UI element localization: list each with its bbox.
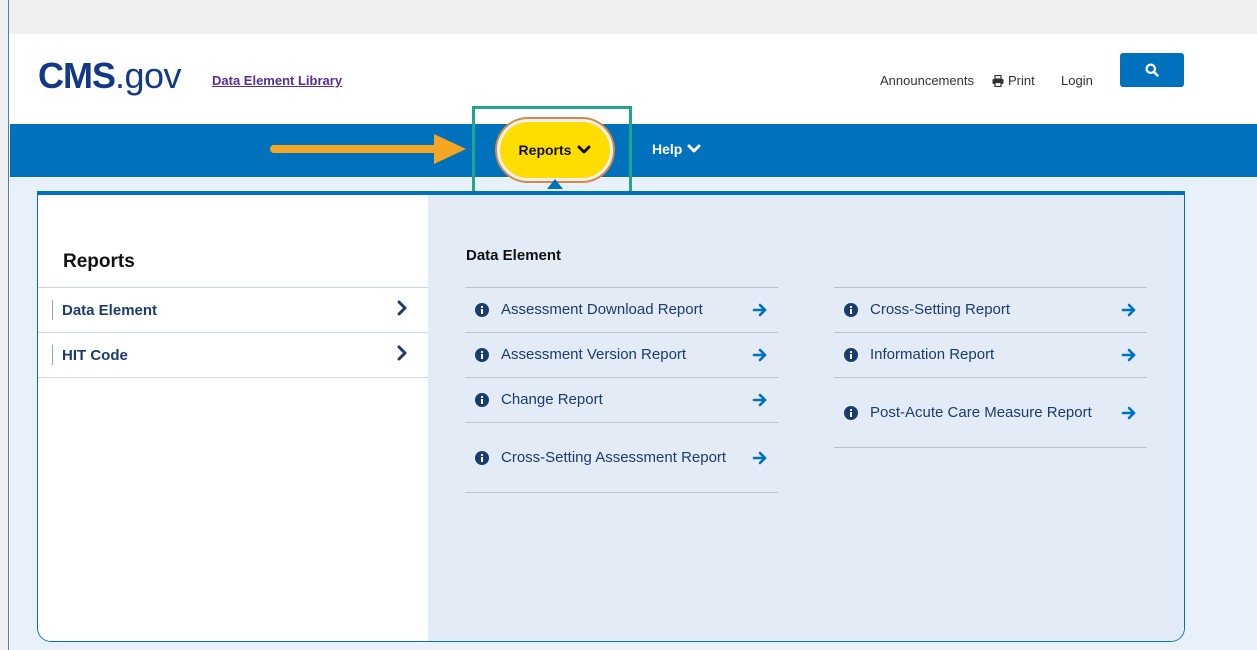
nav-help-button[interactable]: Help [652,141,701,157]
report-link-label: Change Report [501,391,603,408]
annotation-arrow-icon [270,134,466,164]
report-links-column-1: Assessment Download Report Assessment Ve… [465,287,778,493]
report-link-label: Assessment Download Report [501,301,703,318]
sidebar-item-label: HIT Code [62,346,128,364]
report-link-label: Cross-Setting Report [870,301,1011,318]
cms-logo[interactable]: CMS .gov [38,55,182,97]
main-nav-bar [10,124,1257,177]
menu-heading: Reports [63,251,135,272]
print-link[interactable]: Print [992,73,1035,88]
menu-content: Data Element Assessment Download Report … [428,195,1184,641]
login-link[interactable]: Login [1061,73,1093,88]
arrow-right-icon [1121,406,1136,419]
report-link-label: Information Report [870,346,995,363]
report-link-change[interactable]: Change Report [465,378,778,423]
sidebar-item-data-element[interactable]: Data Element [38,288,428,333]
info-icon [844,303,858,317]
nav-help-label: Help [652,141,683,157]
info-icon [475,303,489,317]
browser-left-strip [0,0,9,650]
chevron-down-icon [687,144,701,153]
report-link-information[interactable]: Information Report [834,333,1147,378]
data-element-library-link[interactable]: Data Element Library [212,73,342,88]
info-icon [475,393,489,407]
section-heading: Data Element [466,247,562,264]
report-link-label: Assessment Version Report [501,346,687,363]
report-link-assessment-version[interactable]: Assessment Version Report [465,333,778,378]
browser-top-strip [9,0,1257,34]
report-link-label: Post-Acute Care Measure Report [870,403,1092,421]
info-icon [844,348,858,362]
report-link-post-acute-care-measure[interactable]: Post-Acute Care Measure Report [834,378,1147,448]
report-link-cross-setting-assessment[interactable]: Cross-Setting Assessment Report [465,423,778,493]
info-icon [475,450,489,465]
arrow-right-icon [752,393,767,407]
sidebar-item-hit-code[interactable]: HIT Code [38,333,428,378]
arrow-right-icon [1121,303,1136,317]
report-links-column-2: Cross-Setting Report Information Report … [834,287,1147,448]
search-icon [1145,63,1159,77]
logo-cms-text: CMS [38,55,116,96]
info-icon [475,348,489,362]
arrow-right-icon [752,348,767,362]
report-link-assessment-download[interactable]: Assessment Download Report [465,288,778,333]
reports-mega-menu: Reports Data Element HIT Code Data Eleme… [37,191,1185,642]
printer-icon [992,74,1004,87]
arrow-right-icon [1121,348,1136,362]
report-link-label: Cross-Setting Assessment Report [501,448,727,466]
arrow-right-icon [752,451,767,464]
logo-gov-text: .gov [115,55,182,96]
screenshot-frame: CMS .gov Data Element Library Announceme… [0,0,1257,650]
search-button[interactable] [1120,53,1184,87]
announcements-link[interactable]: Announcements [880,73,974,88]
menu-sidebar-list: Data Element HIT Code [38,287,428,378]
sidebar-item-label: Data Element [62,301,158,319]
menu-sidebar: Reports Data Element HIT Code [38,195,428,641]
print-label: Print [1008,73,1035,88]
chevron-right-icon [397,345,407,361]
arrow-right-icon [752,303,767,317]
report-link-cross-setting[interactable]: Cross-Setting Report [834,288,1147,333]
chevron-right-icon [397,300,407,316]
info-icon [844,405,858,420]
